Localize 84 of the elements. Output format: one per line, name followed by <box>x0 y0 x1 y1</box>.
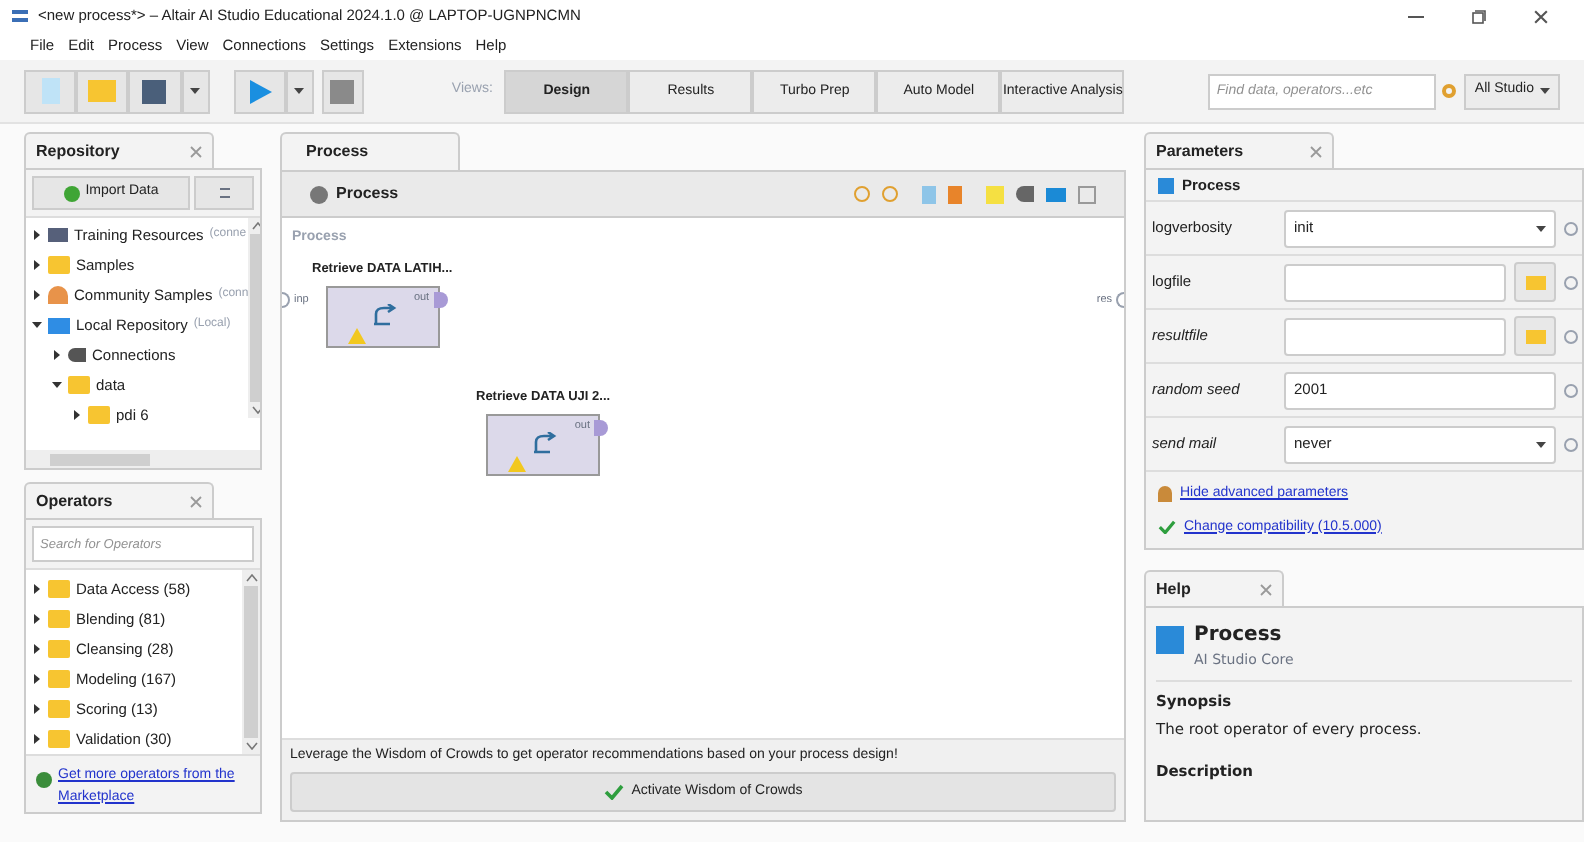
new-file-button[interactable] <box>24 69 77 113</box>
folder-icon <box>68 376 90 394</box>
panel-tab[interactable]: Repository <box>24 132 214 168</box>
panel-title: Repository <box>36 139 120 163</box>
panel-title: Operators <box>36 489 113 513</box>
browse-button[interactable] <box>1514 316 1556 356</box>
input-field[interactable] <box>1284 263 1506 301</box>
dropdown-button[interactable] <box>181 69 210 113</box>
result-port[interactable] <box>1116 292 1124 308</box>
expand-arrow-icon[interactable] <box>52 350 62 360</box>
dropdown-button[interactable] <box>285 69 314 113</box>
caret-icon <box>1539 88 1550 94</box>
scroll-up-icon[interactable] <box>251 222 260 230</box>
close-icon[interactable] <box>1534 9 1548 23</box>
caret-icon <box>1536 225 1546 231</box>
folder-icon <box>48 610 70 628</box>
retrieve-arrow-icon <box>532 431 559 454</box>
folder-icon <box>48 640 70 658</box>
panel-tab[interactable]: Operators <box>24 482 214 518</box>
scroll-up-icon[interactable] <box>245 574 257 582</box>
expand-arrow-icon[interactable] <box>32 704 42 714</box>
expand-arrow-icon[interactable] <box>32 260 42 270</box>
checkmark-icon <box>603 784 624 800</box>
info-icon[interactable] <box>1564 275 1578 289</box>
scrollbar[interactable] <box>242 570 260 754</box>
caret-icon <box>294 88 305 94</box>
info-icon[interactable] <box>1564 221 1578 235</box>
process-tab[interactable]: Process <box>280 132 460 170</box>
folder-icon <box>48 670 70 688</box>
folder-icon <box>1525 329 1545 343</box>
play-icon <box>247 79 272 103</box>
stop-button[interactable] <box>321 69 364 113</box>
folder-icon <box>48 730 70 748</box>
expand-arrow-icon[interactable] <box>32 614 42 624</box>
scroll-down-icon[interactable] <box>251 406 260 414</box>
input-field[interactable] <box>1284 317 1506 355</box>
restore-icon[interactable] <box>1472 9 1486 23</box>
folder-icon <box>48 256 70 274</box>
app-icon <box>12 10 28 22</box>
retrieve-arrow-icon <box>371 303 398 326</box>
collapse-arrow-icon[interactable] <box>52 380 62 390</box>
expand-arrow-icon[interactable] <box>32 584 42 594</box>
panel-tab[interactable]: Help <box>1144 570 1284 606</box>
panel-title: Help <box>1156 577 1191 601</box>
expand-arrow-icon[interactable] <box>32 734 42 744</box>
layout-icon[interactable] <box>1078 185 1096 203</box>
folder-icon <box>48 580 70 598</box>
checkmark-icon <box>1158 520 1176 535</box>
run-button[interactable] <box>233 69 286 113</box>
minimize-icon[interactable] <box>1408 15 1424 17</box>
panel-tab[interactable]: Parameters <box>1144 132 1334 168</box>
expand-arrow-icon[interactable] <box>32 674 42 684</box>
document-icon <box>41 78 60 104</box>
process-icon <box>1158 177 1174 193</box>
browse-button[interactable] <box>1514 262 1556 302</box>
expand-arrow-icon[interactable] <box>72 410 82 420</box>
menu-icon <box>219 188 229 198</box>
expand-arrow-icon[interactable] <box>32 230 42 240</box>
stop-icon <box>330 79 355 103</box>
collapse-arrow-icon[interactable] <box>32 320 42 330</box>
caret-icon <box>1536 441 1546 447</box>
menu-button[interactable] <box>194 176 254 210</box>
expand-arrow-icon[interactable] <box>32 644 42 654</box>
folder-icon <box>48 700 70 718</box>
info-icon[interactable] <box>1564 329 1578 343</box>
scroll-down-icon[interactable] <box>245 742 257 750</box>
folder-icon <box>1525 275 1545 289</box>
output-port[interactable] <box>433 291 448 308</box>
help-operator-name: Process <box>1194 622 1284 650</box>
input-port[interactable] <box>282 292 290 308</box>
search-icon <box>1442 84 1457 98</box>
process-icon <box>1156 626 1184 654</box>
process-header: Process <box>336 182 399 206</box>
process-icon <box>310 185 328 203</box>
expand-arrow-icon[interactable] <box>32 290 42 300</box>
output-port[interactable] <box>594 419 609 436</box>
folder-icon <box>88 406 110 424</box>
save-button[interactable] <box>128 69 182 113</box>
info-icon[interactable] <box>1564 383 1578 397</box>
info-icon[interactable] <box>1564 437 1578 451</box>
caret-icon <box>190 88 201 94</box>
scrollbar[interactable] <box>26 450 260 468</box>
folder-icon <box>88 80 117 102</box>
panel-title: Parameters <box>1156 139 1244 163</box>
